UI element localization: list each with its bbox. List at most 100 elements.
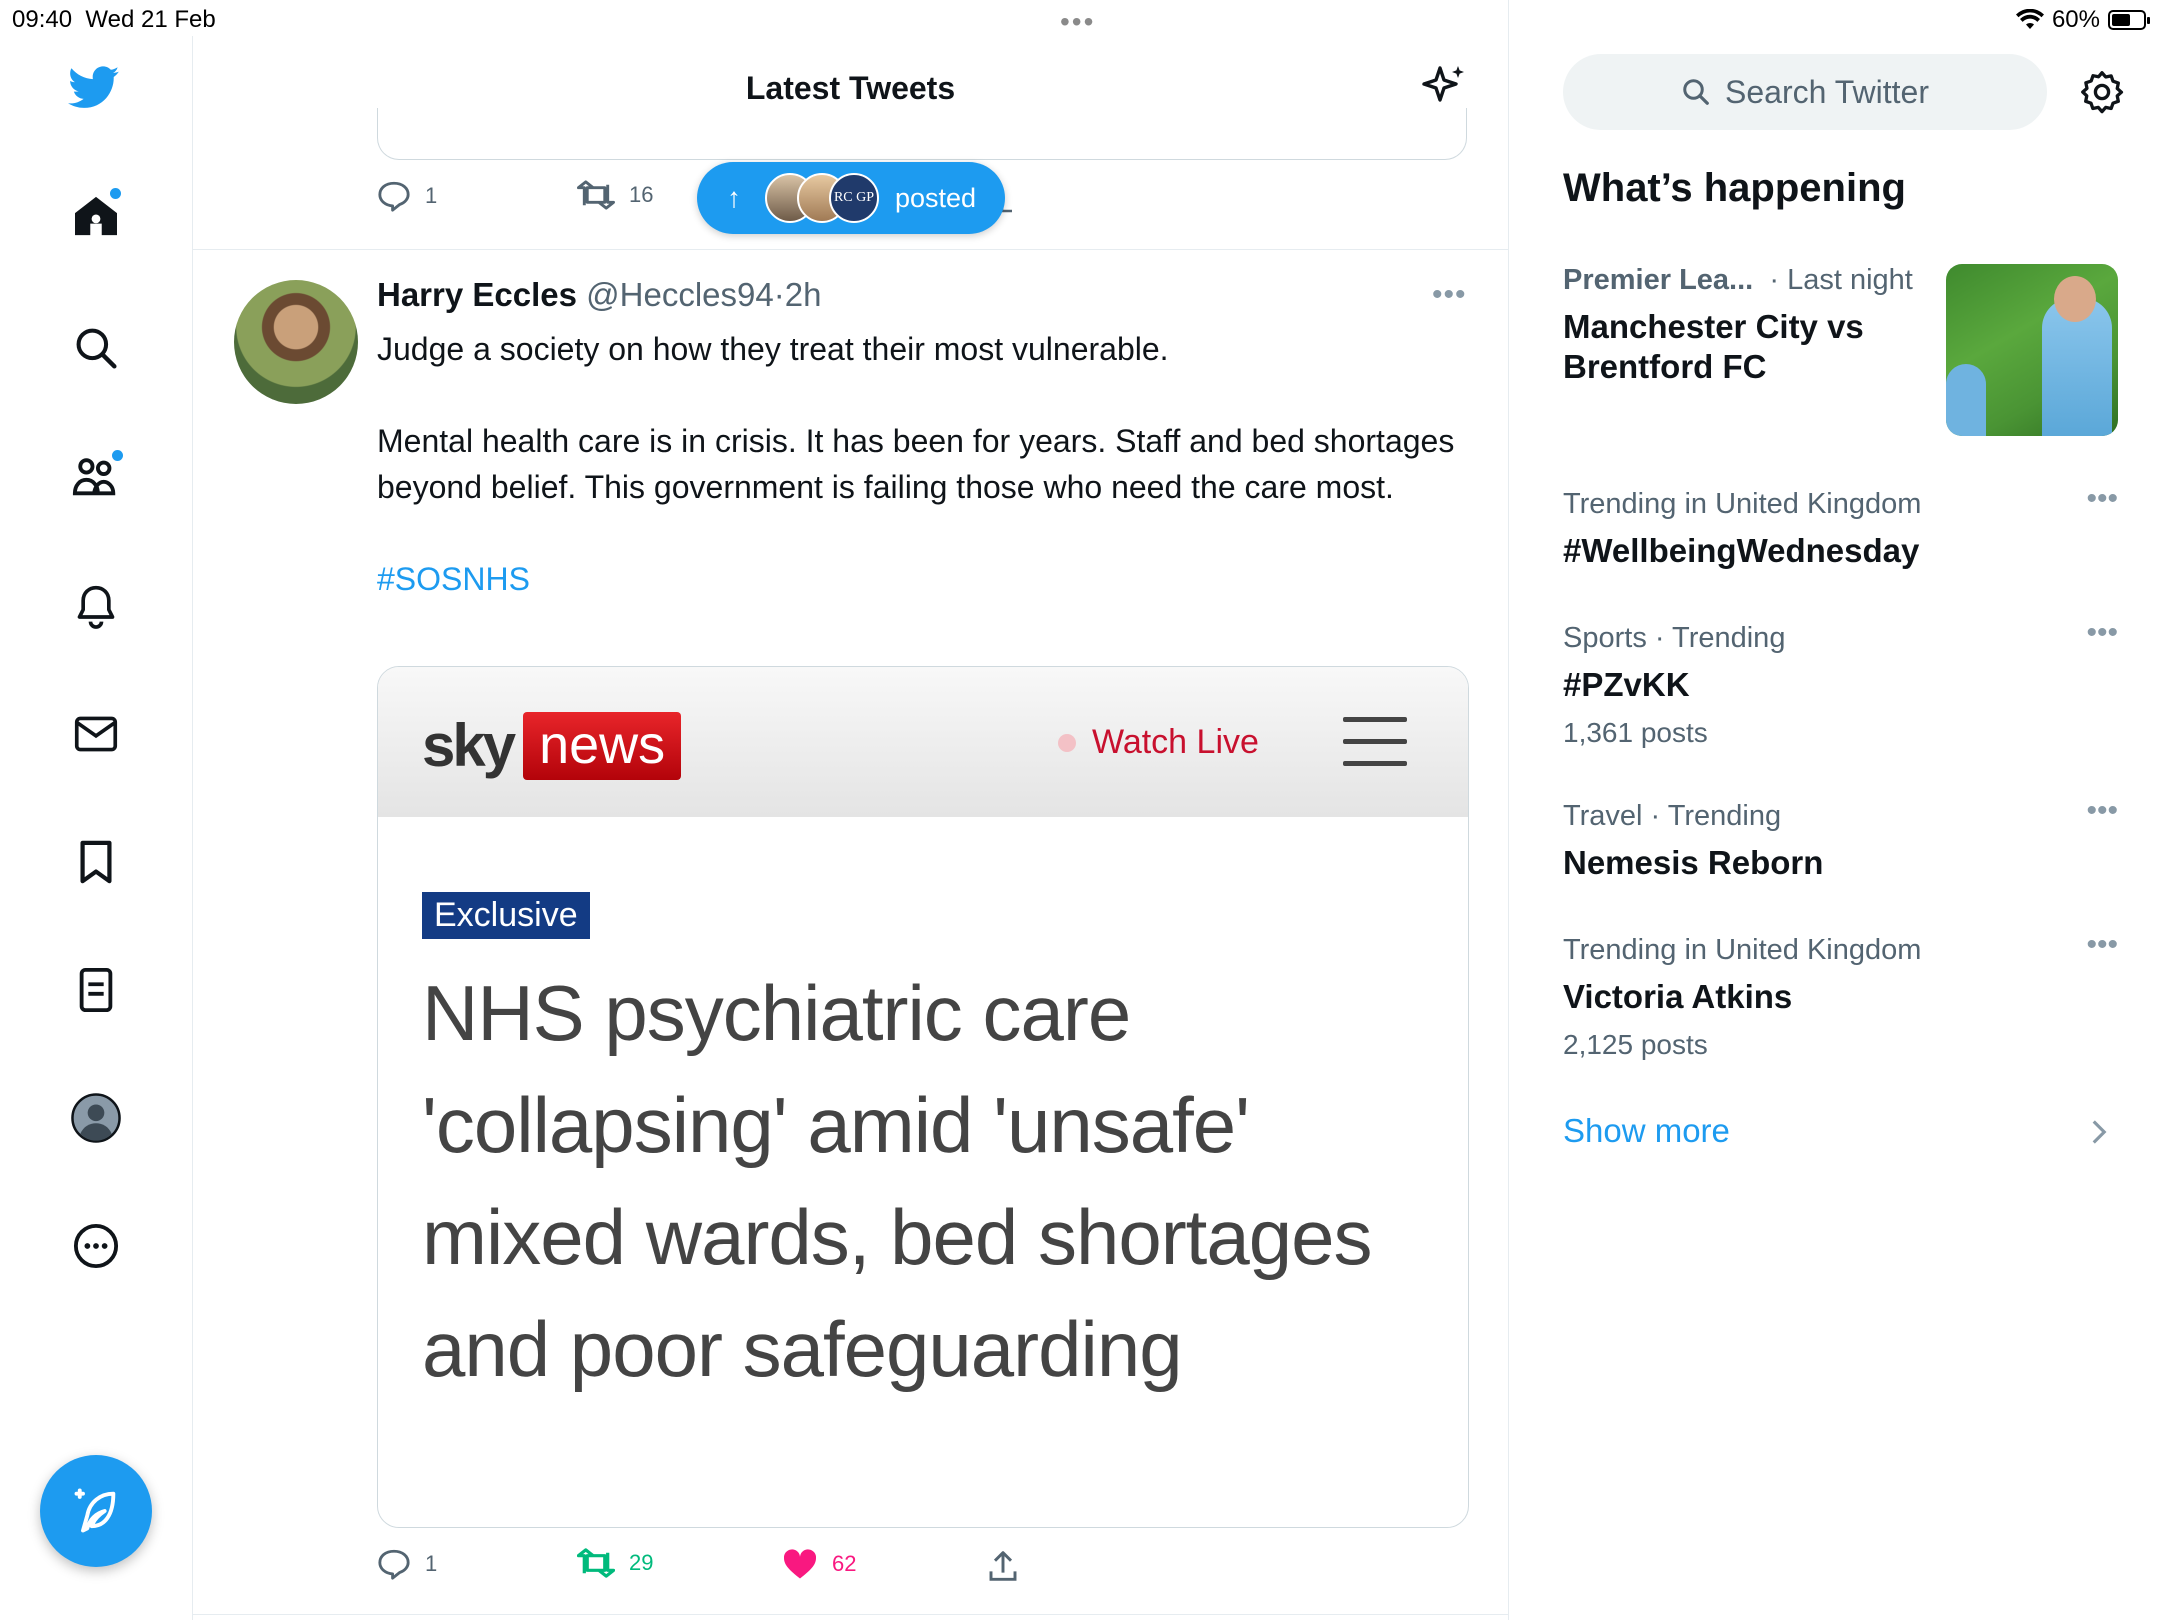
trend-name: #PZvKK <box>1563 666 1690 703</box>
wifi-icon <box>2015 9 2044 29</box>
list-icon <box>79 967 113 1013</box>
new-posts-pill[interactable]: ↑ RC GP posted <box>697 162 1005 234</box>
tweet-body: Judge a society on how they treat their … <box>377 326 1467 602</box>
reply-count: 1 <box>425 1551 438 1576</box>
author-name[interactable]: Harry Eccles <box>377 276 577 313</box>
trend-more-icon[interactable]: ••• <box>2086 794 2118 828</box>
trend-name: Nemesis Reborn <box>1563 844 1824 881</box>
trend-count: 1,361 posts <box>1563 717 1708 748</box>
sky-news-logo: sky news <box>422 711 682 780</box>
status-indicators: 60% <box>2015 6 2150 34</box>
watch-live-label: Watch Live <box>1092 723 1259 761</box>
status-date: Wed 21 Feb <box>85 6 216 33</box>
prev-reply-count: 1 <box>425 183 438 208</box>
page-title: Latest Tweets <box>745 70 956 106</box>
nav-profile[interactable] <box>70 1092 122 1144</box>
heart-icon <box>783 1549 817 1579</box>
featured-title: Manchester City vs Brentford FC <box>1563 308 1864 385</box>
reply-icon <box>378 1549 410 1580</box>
retweet-icon <box>577 180 615 210</box>
trend-meta: Trending in United Kingdom <box>1563 934 1922 966</box>
trend-more-icon[interactable]: ••• <box>2086 482 2118 516</box>
pill-avatar-rcgp: RC GP <box>829 173 879 223</box>
live-dot-icon <box>1058 733 1076 752</box>
battery-icon <box>2108 10 2150 30</box>
nav-divider <box>192 36 193 1620</box>
compose-tweet-button[interactable] <box>40 1455 152 1567</box>
battery-percent: 60% <box>2051 6 2100 33</box>
author-separator: · <box>773 276 785 313</box>
trend-more-icon[interactable]: ••• <box>2086 928 2118 962</box>
sky-wordmark: sky <box>422 712 516 779</box>
featured-meta: Premier Lea... · Last night <box>1563 264 1923 297</box>
trend-item[interactable]: Trending in United Kingdom #WellbeingWed… <box>1563 482 2118 571</box>
arrow-up-icon: ↑ <box>727 182 741 213</box>
trend-more-icon[interactable]: ••• <box>2086 616 2118 650</box>
nav-notifications[interactable] <box>70 580 122 632</box>
tweet-paragraph-2: Mental health care is in crisis. It has … <box>377 423 1455 505</box>
hamburger-menu-icon <box>1343 717 1407 783</box>
nav-communities[interactable] <box>70 450 123 502</box>
bell-icon <box>77 585 115 629</box>
trend-item[interactable]: Sports · Trending #PZvKK 1,361 posts ••• <box>1563 616 2118 749</box>
author-handle[interactable]: @Heccles94 <box>586 276 774 313</box>
featured-time: Last night <box>1787 264 1913 296</box>
compose-feather-icon <box>74 1488 116 1533</box>
news-wordmark: news <box>523 711 682 780</box>
featured-thumbnail[interactable] <box>1946 264 2118 436</box>
home-unread-dot <box>110 188 121 199</box>
tweet-hashtag[interactable]: #SOSNHS <box>377 556 1467 602</box>
search-field[interactable]: Search Twitter <box>1563 54 2047 130</box>
settings-gear-icon[interactable] <box>2080 70 2124 119</box>
status-clock: 09:40 <box>12 6 73 33</box>
nav-lists[interactable] <box>70 964 122 1016</box>
search-icon <box>76 328 117 369</box>
twitter-bird-icon[interactable] <box>68 62 120 114</box>
share-icon[interactable] <box>988 1550 1018 1587</box>
link-preview-card[interactable]: sky news Watch Live Exclusive NHS psychi… <box>377 666 1469 1528</box>
nav-bookmarks[interactable] <box>70 836 122 888</box>
tweet-time[interactable]: 2h <box>785 276 822 313</box>
nav-more[interactable] <box>70 1220 122 1272</box>
watch-live: Watch Live <box>1058 723 1259 762</box>
trend-meta: Travel · Trending <box>1563 800 1782 832</box>
tweet-more-icon[interactable]: ••• <box>1432 278 1467 312</box>
trend-meta: Trending in United Kingdom <box>1563 488 1922 520</box>
reply-action[interactable]: 1 <box>377 1548 437 1580</box>
envelope-icon <box>74 716 118 752</box>
search-icon <box>1683 79 1709 105</box>
trend-name: #WellbeingWednesday <box>1563 532 1920 569</box>
tweet-separator <box>193 249 1508 250</box>
trend-item[interactable]: Travel · Trending Nemesis Reborn ••• <box>1563 794 2118 883</box>
previous-tweet-card[interactable] <box>377 108 1467 160</box>
retweet-count: 29 <box>629 1550 654 1575</box>
trend-name: Victoria Atkins <box>1563 978 1793 1015</box>
exclusive-badge: Exclusive <box>422 892 590 939</box>
reply-icon <box>378 181 410 212</box>
author-avatar[interactable] <box>234 280 358 404</box>
featured-category: Premier Lea... <box>1563 264 1754 296</box>
status-time: 09:40 Wed 21 Feb <box>12 6 216 34</box>
prev-retweet-count: 16 <box>629 182 654 207</box>
prev-reply-action[interactable]: 1 <box>377 180 437 212</box>
nav-messages[interactable] <box>70 708 122 760</box>
nav-home[interactable] <box>70 188 122 242</box>
left-nav <box>0 40 192 1620</box>
featured-trend[interactable]: Premier Lea... · Last night Manchester C… <box>1563 264 1923 387</box>
chevron-right-icon[interactable] <box>2090 1118 2108 1151</box>
multitasking-dots-icon[interactable]: ••• <box>1060 6 1095 38</box>
like-action[interactable]: 62 <box>782 1548 856 1580</box>
trend-meta: Sports · Trending <box>1563 622 1786 654</box>
more-circle-icon <box>73 1223 119 1269</box>
show-more-link[interactable]: Show more <box>1563 1112 1730 1150</box>
trend-count: 2,125 posts <box>1563 1029 1708 1060</box>
like-count: 62 <box>832 1551 857 1576</box>
tweet-author-line: Harry Eccles @Heccles94·2h <box>377 276 821 314</box>
nav-explore[interactable] <box>70 322 122 374</box>
prev-retweet-action[interactable]: 16 <box>577 180 653 210</box>
retweet-action[interactable]: 29 <box>577 1548 653 1578</box>
home-icon <box>75 196 117 236</box>
section-title: What’s happening <box>1563 166 1906 210</box>
trend-item[interactable]: Trending in United Kingdom Victoria Atki… <box>1563 928 2118 1061</box>
tweet-paragraph-1: Judge a society on how they treat their … <box>377 331 1169 367</box>
